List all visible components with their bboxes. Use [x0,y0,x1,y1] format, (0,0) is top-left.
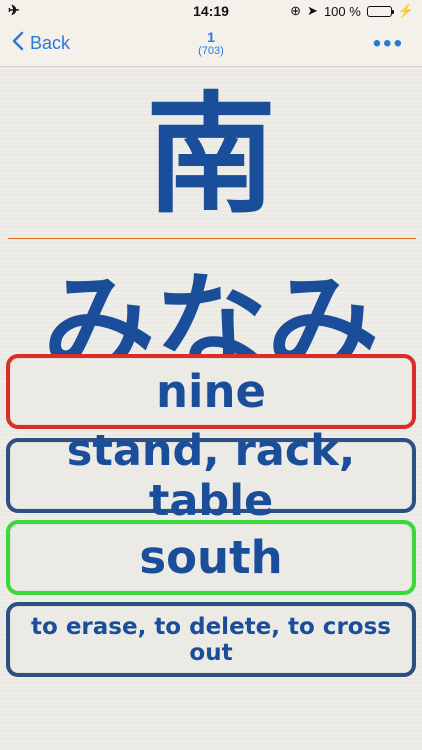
card-counter: 1 (703) [0,29,422,57]
ellipsis-icon: ••• [372,30,404,57]
screen-lock-icon: ⊕ [290,3,302,18]
more-options-button[interactable]: ••• [373,32,404,56]
divider [8,238,416,239]
kanji-text: 南 [145,78,276,231]
status-right: ⊕ ➤ 100 % ⚡ [290,3,414,19]
answer-option-1[interactable]: nine [6,354,416,429]
location-icon: ➤ [307,3,318,18]
answer-option-3[interactable]: south [6,520,416,595]
card-number: 1 [207,29,215,45]
answer-option-4[interactable]: to erase, to delete, to cross out [6,602,416,677]
status-bar: ✈ 14:19 ⊕ ➤ 100 % ⚡ [0,0,422,22]
battery-icon [366,5,394,17]
navigation-bar: Back 1 (703) ••• [0,22,422,67]
battery-percent: 100 % [323,3,361,19]
total-cards: (703) [198,45,224,57]
charging-icon: ⚡ [397,3,414,18]
answer-option-2[interactable]: stand, rack, table [6,426,416,526]
